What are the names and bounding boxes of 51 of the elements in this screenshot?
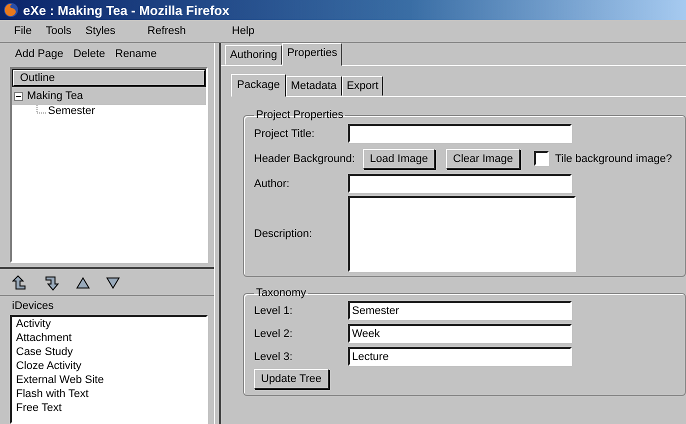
list-item[interactable]: Attachment [16, 331, 202, 345]
list-item[interactable]: Cloze Activity [16, 359, 202, 373]
tab[interactable]: Properties [282, 43, 342, 66]
toolbar-button[interactable]: Add Page [10, 48, 68, 60]
browser-logo-icon [3, 2, 19, 18]
input-field[interactable]: Week [348, 324, 572, 343]
input-field[interactable]: Lecture [348, 347, 572, 366]
menu-item[interactable]: Tools [42, 25, 76, 37]
list-item[interactable]: External Web Site [16, 373, 202, 387]
field-label: Author: [254, 178, 290, 190]
input-field[interactable] [348, 124, 572, 143]
load-image-button[interactable]: Load Image [362, 148, 436, 168]
menu-item[interactable]: Styles [81, 25, 120, 37]
move-up-level-icon[interactable] [12, 275, 28, 291]
list-item[interactable]: Free Text [16, 401, 202, 415]
group-title: Taxonomy [255, 287, 308, 299]
field-label: Level 1: [254, 304, 294, 316]
collapse-icon[interactable] [14, 92, 23, 100]
list-item[interactable]: Flash with Text [16, 387, 202, 401]
window-title: eXe : Making Tea - Mozilla Firefox [23, 2, 230, 18]
update-tree-button[interactable]: Update Tree [254, 369, 329, 389]
input-field[interactable] [348, 174, 572, 193]
list-item[interactable]: Activity [16, 317, 202, 331]
tree-item[interactable]: Semester [46, 105, 98, 117]
column-header: Outline [13, 70, 205, 86]
checkbox-label[interactable]: Tile background image? [554, 152, 672, 164]
tab[interactable]: Package [231, 74, 286, 97]
group-title: Project Properties [255, 109, 344, 121]
list-item[interactable]: Case Study [16, 345, 202, 359]
input-field[interactable]: Semester [348, 301, 572, 320]
field-label: Level 2: [254, 328, 294, 340]
field-label: Description: [254, 228, 314, 240]
clear-image-button[interactable]: Clear Image [446, 148, 520, 168]
toolbar-button[interactable]: Rename [110, 48, 162, 60]
field-label: Header Background: [254, 152, 355, 164]
section-header: iDevices [11, 299, 55, 313]
field-label: Level 3: [254, 350, 294, 362]
toolbar-button[interactable]: Delete [68, 48, 110, 60]
down-arrow-icon[interactable] [106, 277, 120, 289]
checkbox[interactable] [534, 151, 549, 166]
field-label: Project Title: [254, 128, 316, 140]
menu-item[interactable]: Refresh [143, 25, 190, 37]
tab[interactable]: Metadata [286, 76, 342, 96]
pane-splitter[interactable] [214, 43, 221, 424]
tab[interactable]: Export [342, 76, 384, 96]
text-area[interactable] [348, 196, 576, 272]
up-arrow-icon[interactable] [76, 277, 90, 289]
tree-item[interactable]: Making Tea [12, 87, 206, 105]
move-down-level-icon[interactable] [44, 275, 60, 291]
menu-item[interactable]: Help [228, 25, 259, 37]
menu-item[interactable]: File [10, 25, 36, 37]
